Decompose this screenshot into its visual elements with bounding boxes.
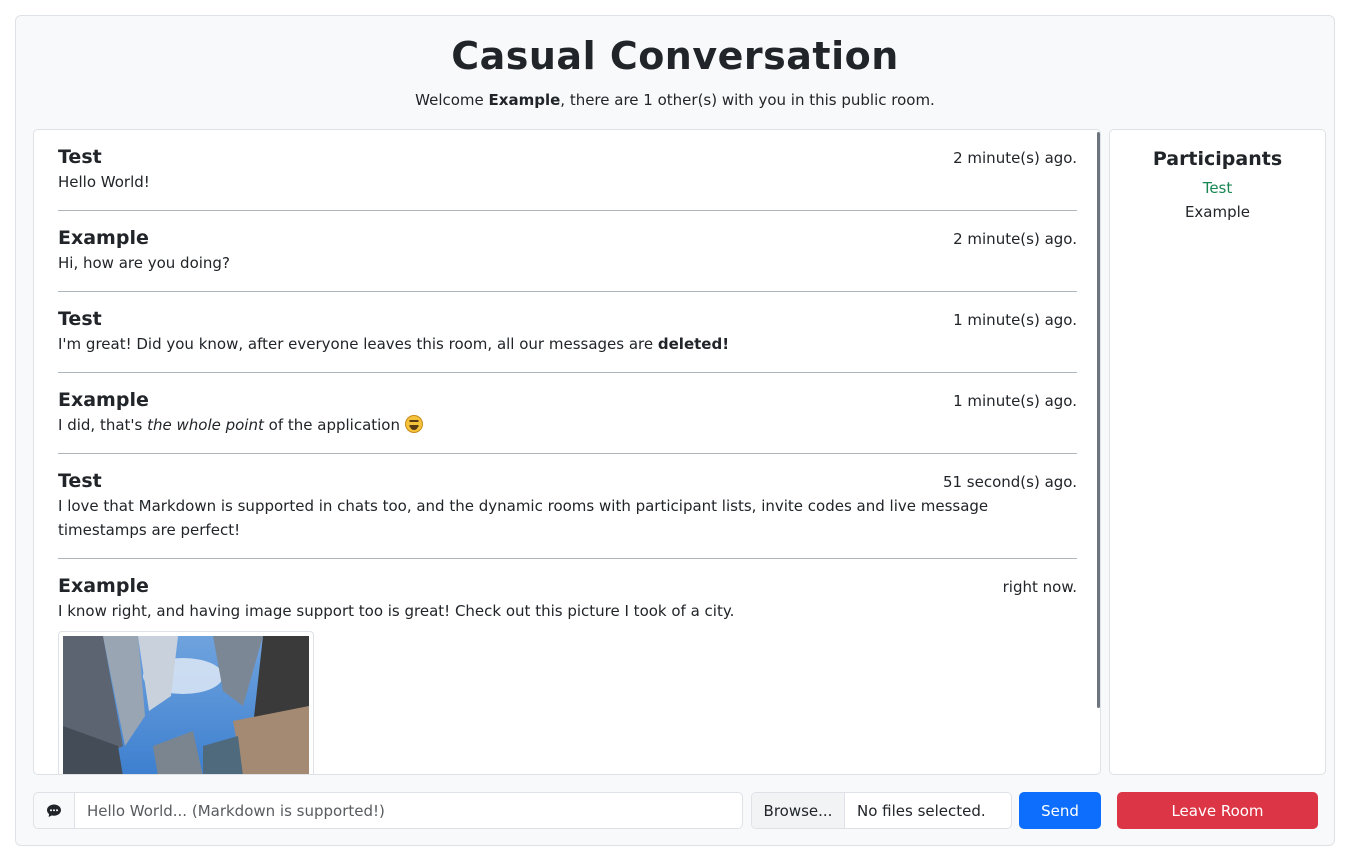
participants-panel: Participants Test Example [1109, 129, 1326, 775]
message-item: Test 51 second(s) ago. I love that Markd… [58, 470, 1077, 559]
message-author: Example [58, 575, 149, 597]
chat-icon-addon [33, 792, 75, 829]
message-text: Hi, how are you doing? [58, 254, 230, 272]
file-status-text: No files selected. [857, 801, 986, 820]
participant-item: Example [1184, 203, 1251, 221]
message-author: Example [58, 227, 149, 249]
message-item: Example 1 minute(s) ago. I did, that's t… [58, 389, 1077, 454]
message-timestamp: 51 second(s) ago. [942, 473, 1077, 491]
participant-item: Test [1202, 179, 1233, 197]
message-text: I did, that's the whole point of the app… [58, 413, 1077, 437]
message-author: Example [58, 389, 149, 411]
bold-text: deleted! [657, 335, 730, 353]
browse-button[interactable]: Browse... [752, 793, 845, 828]
message-image[interactable] [58, 631, 314, 774]
message-item: Example 2 minute(s) ago. Hi, how are you… [58, 227, 1077, 292]
message-text: Hello World! [58, 173, 150, 191]
chat-bubble-icon [47, 804, 61, 817]
city-skyscrapers-photo [63, 636, 309, 774]
participants-heading: Participants [1152, 148, 1283, 170]
message-input[interactable] [75, 792, 743, 829]
message-timestamp: 2 minute(s) ago. [953, 230, 1077, 248]
room-container: Casual Conversation Welcome Example, the… [15, 15, 1335, 846]
send-button[interactable]: Send [1019, 792, 1101, 829]
message-item: Test 1 minute(s) ago. I'm great! Did you… [58, 308, 1077, 373]
message-text: I love that Markdown is supported in cha… [58, 497, 989, 539]
message-author: Test [58, 470, 102, 492]
scrollbar[interactable] [1097, 132, 1100, 708]
message-item: Test 2 minute(s) ago. Hello World! [58, 146, 1077, 211]
message-author: Test [58, 146, 102, 168]
leave-room-button[interactable]: Leave Room [1117, 792, 1318, 829]
message-text: I'm great! Did you know, after everyone … [58, 335, 730, 353]
message-author: Test [58, 308, 102, 330]
italic-text: the whole point [147, 416, 264, 434]
message-timestamp: 1 minute(s) ago. [953, 392, 1077, 410]
file-input[interactable]: Browse... No files selected. [751, 792, 1012, 829]
message-text: I know right, and having image support t… [58, 602, 735, 620]
message-composer [33, 792, 743, 829]
grinning-squinting-face-icon [404, 415, 423, 433]
message-item: Example right now. I know right, and hav… [58, 575, 1077, 774]
page-title: Casual Conversation [451, 34, 899, 78]
message-timestamp: 2 minute(s) ago. [953, 149, 1077, 167]
current-username: Example [488, 91, 561, 109]
participants-list: Test Example [1110, 176, 1325, 224]
message-timestamp: 1 minute(s) ago. [953, 311, 1077, 329]
message-list[interactable]: Test 2 minute(s) ago. Hello World! Examp… [33, 129, 1101, 775]
welcome-text: Welcome Example, there are 1 other(s) wi… [415, 91, 935, 109]
message-timestamp: right now. [1002, 578, 1077, 596]
